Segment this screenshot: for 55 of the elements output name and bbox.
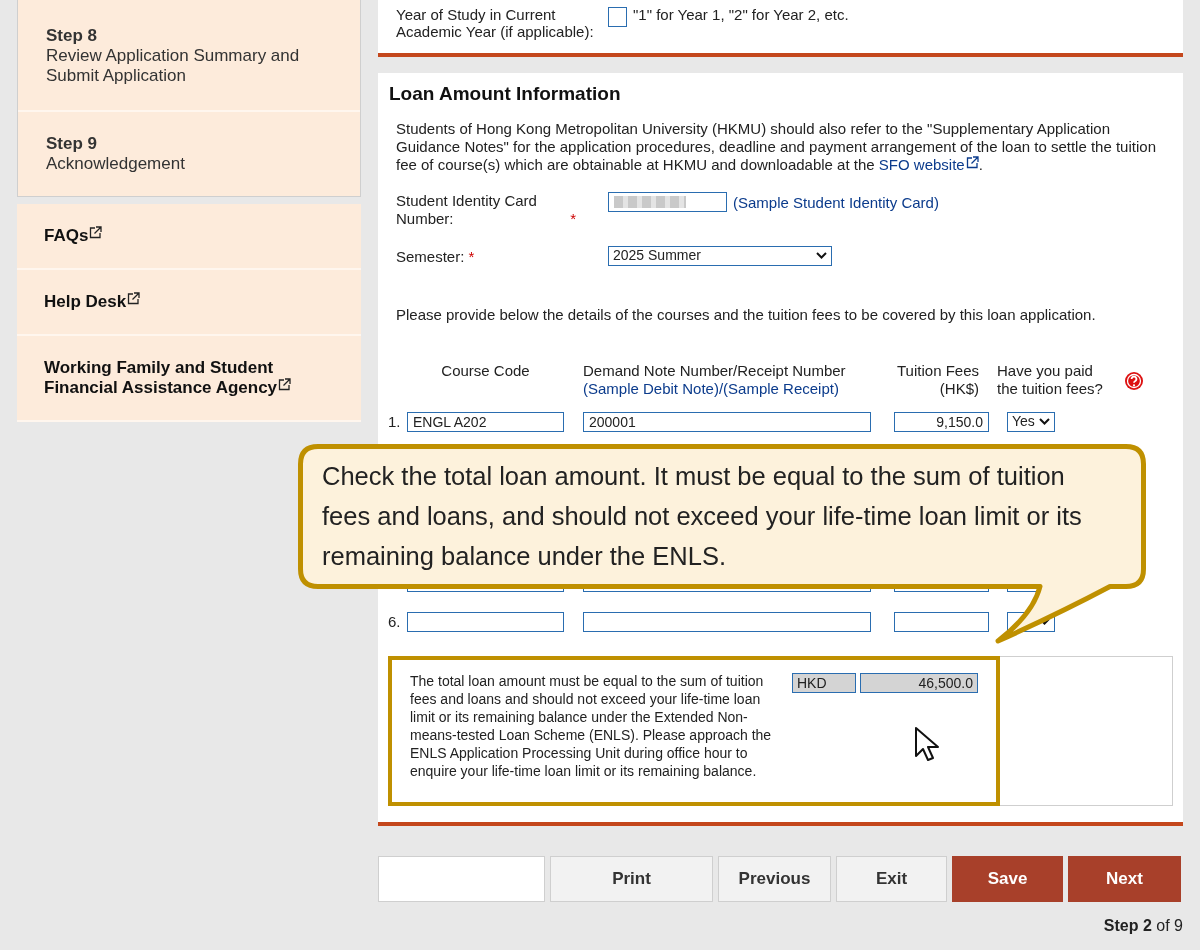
instruction-text: Please provide below the details of the courses and the tuition fees to be covered by this loan application.	[395, 305, 1097, 324]
external-link-icon	[127, 292, 141, 305]
action-button[interactable]: Exit	[836, 855, 947, 902]
required-mark: *	[570, 209, 576, 227]
mouse-pointer-icon	[914, 726, 940, 764]
field-label: Semester:	[396, 247, 465, 266]
column-header: Demand Note Number/Receipt Number	[583, 361, 846, 379]
caret-icon	[816, 252, 827, 260]
row-number: 1.	[388, 412, 401, 430]
help-icon[interactable]	[1124, 370, 1144, 391]
total-note: The total loan amount must be equal to the sum of tuition fees and loans and should not exceed your life-time loan limit or its remaining balance under the Extended Non-means-tested Loan Scheme (ENLS). Please approach the ENLS Application Processing Unit during office hour to enquire your life-time loan limit or its remaining balance.	[410, 671, 773, 781]
sfo-website-link[interactable]: SFO website	[878, 155, 979, 173]
row-number: 6.	[388, 612, 401, 630]
note-number-input[interactable]	[583, 611, 871, 632]
external-link-icon	[278, 378, 292, 391]
step-indicator: Step 2 of 9	[1102, 915, 1183, 936]
section-title: Loan Amount Information	[389, 83, 622, 106]
column-header: (HK$)	[939, 379, 979, 397]
tuition-fees-input[interactable]: 9,150.0	[894, 411, 989, 432]
semester-select[interactable]: 2025 Summer	[608, 245, 832, 266]
sidebar-link[interactable]: FAQs	[17, 204, 361, 270]
intro-paragraph: Students of Hong Kong Metropolitan University (HKMU) should also refer to the "Supplementary Application Guidance Notes" for the application procedures, deadline and payment arrangement of the loan to settle the tuition fee of course(s) which are obtainable at HKMU and downloadable at the SFO website .	[395, 119, 1157, 174]
tuition-fees-input[interactable]	[894, 611, 989, 632]
redacted-value	[614, 195, 686, 208]
sidebar-step[interactable]: Step 8 Review Application Summary and Submit Application	[18, 0, 360, 110]
field-label: Student Identity Card Number:	[396, 191, 538, 228]
currency-field: HKD	[792, 672, 856, 693]
callout-text: Check the total loan amount. It must be equal to the sum of tuition fees and loans, and should not exceed your life-time loan limit or its remaining balance under the ENLS.	[322, 461, 1083, 572]
total-amount-field: 46,500.0	[860, 672, 978, 693]
field-hint: "1" for Year 1, "2" for Year 2, etc.	[633, 6, 849, 25]
action-button[interactable]: Next	[1068, 855, 1181, 902]
external-link-icon	[89, 226, 103, 239]
paid-select[interactable]: Yes	[1007, 411, 1055, 432]
note-number-input[interactable]: 200001	[583, 411, 871, 432]
caret-icon	[1039, 418, 1050, 426]
id-card-input[interactable]	[608, 191, 727, 212]
sidebar-link[interactable]: Help Desk	[17, 270, 361, 336]
action-button[interactable]: Previous	[718, 855, 831, 902]
separator: /	[718, 379, 724, 397]
sample-debit-note-link[interactable]: (Sample Debit Note)	[583, 379, 719, 397]
course-code-input[interactable]	[407, 611, 564, 632]
column-header: Have you paid the tuition fees?	[997, 361, 1103, 397]
column-header: Course Code	[441, 361, 530, 379]
external-link-icon	[965, 155, 979, 169]
required-mark: *	[468, 247, 475, 265]
sample-receipt-link[interactable]: (Sample Receipt)	[723, 379, 839, 397]
field-label: Year of Study in Current Academic Year (if applicable):	[396, 6, 595, 42]
course-code-input[interactable]: ENGL A202	[407, 411, 564, 432]
sidebar-link[interactable]: Working Family and Student Financial Assistance Agency	[17, 336, 361, 422]
action-button[interactable]: Save	[952, 855, 1063, 902]
sample-card-link[interactable]: (Sample Student Identity Card)	[733, 191, 939, 215]
input-field[interactable]	[608, 7, 627, 27]
sidebar-step[interactable]: Step 9 Acknowledgement	[18, 110, 360, 196]
action-button[interactable]: Print	[550, 855, 713, 902]
column-header: Tuition Fees	[897, 361, 979, 379]
